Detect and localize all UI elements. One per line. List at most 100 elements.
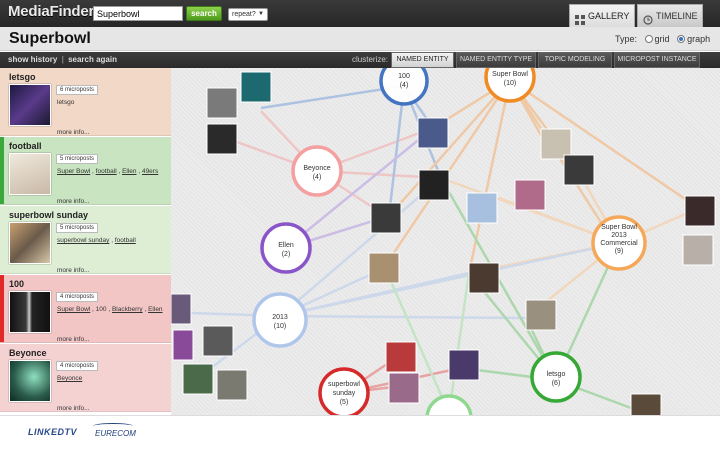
tag-link[interactable]: Super Bowl <box>57 168 90 175</box>
micropost-count-badge: 6 microposts <box>56 85 99 95</box>
thumbnail <box>388 372 420 404</box>
cluster-item-letsgo[interactable]: letsgo 6 microposts letsgo more info... <box>0 68 171 136</box>
separator: | <box>61 55 64 64</box>
node-count: (9) <box>615 248 624 255</box>
tag-link[interactable]: Super Bowl <box>57 306 90 313</box>
cluster-thumbnail[interactable] <box>9 153 51 195</box>
clusterize-label: clusterize: <box>352 55 389 64</box>
eurecom-logo[interactable]: EURECOM <box>93 423 136 438</box>
tab-timeline-label: TIMELINE <box>656 11 698 21</box>
graph-node-2013[interactable]: 2013 (10) <box>252 292 308 348</box>
tag-link[interactable]: Ellen <box>148 306 162 313</box>
cluster-color-bar <box>0 206 4 273</box>
cluster-tags: Beyonce <box>57 375 82 382</box>
tag-text: letsgo <box>57 99 75 106</box>
thumbnail <box>206 87 238 119</box>
radio-graph[interactable] <box>677 35 686 43</box>
thumbnail <box>417 117 449 149</box>
tab-timeline[interactable]: TIMELINE <box>637 4 703 27</box>
thumbnail <box>418 169 450 201</box>
micropost-count-badge: 4 microposts <box>56 292 99 302</box>
type-option-graph[interactable]: graph <box>677 34 710 44</box>
cluster-thumbnail[interactable] <box>9 291 51 333</box>
tag-link[interactable]: Ellen <box>122 168 136 175</box>
node-label: superbowl <box>328 381 360 388</box>
cluster-color-bar <box>0 68 4 135</box>
cluster-thumbnail[interactable] <box>9 222 51 264</box>
thumbnail <box>684 195 716 227</box>
search-again-link[interactable]: search again <box>68 55 117 64</box>
thumbnail <box>216 369 248 401</box>
type-option-grid[interactable]: grid <box>644 34 670 44</box>
node-count: (6) <box>552 380 561 387</box>
graph-node-100[interactable]: 100 (4) <box>379 68 429 106</box>
thumbnail <box>468 262 500 294</box>
node-count: (2) <box>282 251 291 258</box>
history-links: show history | search again <box>8 55 117 64</box>
more-info-link[interactable]: more info... <box>57 336 90 343</box>
title-bar: Superbowl Type: grid graph <box>0 27 720 51</box>
cluster-thumbnail[interactable] <box>9 360 51 402</box>
node-label: Ellen <box>278 242 294 249</box>
type-selector: Type: grid graph <box>615 34 710 44</box>
thumbnail <box>525 299 557 331</box>
tab-gallery[interactable]: GALLERY <box>569 4 635 27</box>
more-info-link[interactable]: more info... <box>57 405 90 412</box>
search-input[interactable] <box>93 6 183 21</box>
cluster-name: Beyonce <box>9 348 47 358</box>
graph-node-ellen[interactable]: Ellen (2) <box>260 222 312 274</box>
cluster-tab-topic-modeling[interactable]: TOPIC MODELING <box>538 52 612 68</box>
thumbnail <box>172 329 194 361</box>
more-info-link[interactable]: more info... <box>57 129 90 136</box>
node-label: letsgo <box>547 371 566 378</box>
graph-node-partial[interactable] <box>425 394 473 415</box>
cluster-name: letsgo <box>9 72 36 82</box>
tag-link[interactable]: Blackberry <box>112 306 143 313</box>
more-info-link[interactable]: more info... <box>57 198 90 205</box>
graph-node-letsgo[interactable]: letsgo (6) <box>530 351 582 403</box>
graph-node-beyonce[interactable]: Beyonce (4) <box>291 145 343 197</box>
radio-grid[interactable] <box>644 35 653 43</box>
more-info-link[interactable]: more info... <box>57 267 90 274</box>
linkedtv-logo[interactable]: LINKEDTV <box>28 427 77 437</box>
graph-node-superbowl-sunday[interactable]: superbowl sunday (5) <box>318 367 370 415</box>
graph-node-super-bowl[interactable]: Super Bowl (10) <box>484 68 536 103</box>
thumbnail <box>368 252 400 284</box>
cluster-tags: Super Bowl , 100 , Blackberry , Ellen <box>57 306 163 313</box>
node-label: 2013 <box>272 314 288 321</box>
graph-canvas[interactable]: 100 (4) Super Bowl (10) Beyonce (4) Elle… <box>171 68 720 415</box>
app-logo[interactable]: MediaFinder <box>8 3 94 20</box>
mediafinder-app: MediaFinder search repeat? ▼ GALLERY TIM… <box>0 0 720 450</box>
search-button[interactable]: search <box>186 6 222 21</box>
cluster-graph[interactable]: 100 (4) Super Bowl (10) Beyonce (4) Elle… <box>171 68 720 415</box>
cluster-thumbnail[interactable] <box>9 84 51 126</box>
node-label: Super Bowl <box>492 71 528 78</box>
thumbnail <box>182 363 214 395</box>
thumbnail <box>370 202 402 234</box>
cluster-tab-named-entity[interactable]: NAMED ENTITY <box>391 52 454 68</box>
thumbnail <box>514 179 546 211</box>
tag-link[interactable]: Beyonce <box>57 375 82 382</box>
cluster-tags: superbowl sunday , football <box>57 237 136 244</box>
node-label-3: Commercial <box>600 240 638 247</box>
cluster-color-bar <box>0 344 4 411</box>
tag-link[interactable]: football <box>96 168 117 175</box>
node-label-2: sunday <box>333 390 356 397</box>
tag-link[interactable]: 49ers <box>142 168 158 175</box>
graph-node-super-bowl-2013-commercial[interactable]: Super Bowl 2013 Commercial (9) <box>591 215 647 271</box>
cluster-item-beyonce[interactable]: Beyonce 4 microposts Beyonce more info..… <box>0 344 171 412</box>
cluster-tab-micropost-instance[interactable]: MICROPOST INSTANCE <box>614 52 700 68</box>
cluster-color-bar <box>0 137 4 204</box>
tag-link[interactable]: football <box>115 237 136 244</box>
show-history-link[interactable]: show history <box>8 55 57 64</box>
thumbnail <box>630 393 662 415</box>
cluster-item-football[interactable]: football 5 microposts Super Bowl , footb… <box>0 137 171 205</box>
cluster-item-superbowl-sunday[interactable]: superbowl sunday 5 microposts superbowl … <box>0 206 171 274</box>
eurecom-swoosh <box>93 423 133 429</box>
tag-link[interactable]: superbowl sunday <box>57 237 109 244</box>
thumbnail <box>448 349 480 381</box>
node-count: (5) <box>340 399 349 406</box>
repeat-select[interactable]: repeat? ▼ <box>228 8 268 21</box>
cluster-item-100[interactable]: 100 4 microposts Super Bowl , 100 , Blac… <box>0 275 171 343</box>
cluster-tab-named-entity-type[interactable]: NAMED ENTITY TYPE <box>456 52 536 68</box>
